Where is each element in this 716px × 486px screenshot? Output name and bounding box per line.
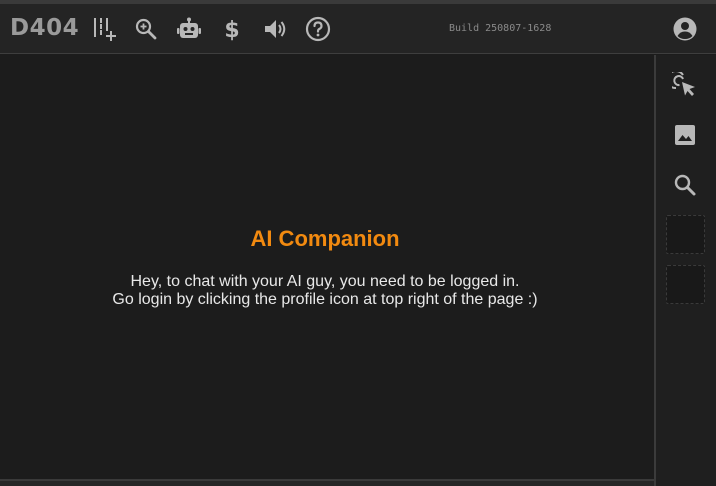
right-tool-panel xyxy=(656,55,716,486)
empty-tool-slot[interactable] xyxy=(666,265,705,304)
cursor-click-icon[interactable] xyxy=(671,71,699,99)
login-message-line-2: Go login by clicking the profile icon at… xyxy=(112,291,538,308)
search-icon[interactable] xyxy=(671,171,699,199)
build-label: Build 250807-1628 xyxy=(449,23,552,34)
login-message: Hey, to chat with your AI guy, you need … xyxy=(0,273,650,309)
account-icon[interactable] xyxy=(672,16,698,42)
image-icon[interactable] xyxy=(671,121,699,149)
empty-tool-slot[interactable] xyxy=(666,215,705,254)
robot-icon[interactable] xyxy=(176,16,202,42)
columns-add-icon[interactable] xyxy=(92,16,118,42)
svg-text:$: $ xyxy=(224,18,239,42)
app-logo[interactable]: D404 xyxy=(10,15,79,41)
dollar-icon[interactable]: $ xyxy=(219,16,245,42)
top-bar: D404 $ Build 250807-1628 xyxy=(0,4,716,54)
ai-companion-panel: AI Companion Hey, to chat with your AI g… xyxy=(0,55,654,479)
panel-title: AI Companion xyxy=(250,226,400,251)
help-icon[interactable] xyxy=(305,16,331,42)
volume-icon[interactable] xyxy=(262,16,288,42)
bottom-bar xyxy=(0,481,654,486)
login-message-line-1: Hey, to chat with your AI guy, you need … xyxy=(130,273,520,290)
zoom-in-icon[interactable] xyxy=(133,16,159,42)
